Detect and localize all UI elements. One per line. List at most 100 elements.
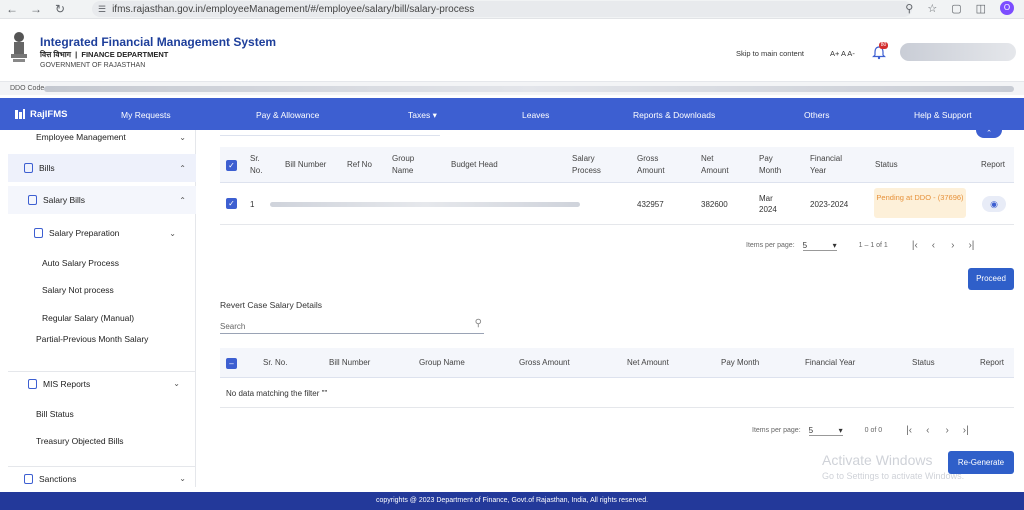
select-all-checkbox[interactable]: ✓ xyxy=(226,160,237,171)
col-financial-year: Financial Year xyxy=(805,358,856,367)
sidebar-item-salary-preparation[interactable]: Salary Preparation ⌄ xyxy=(8,220,196,246)
government-label: GOVERNMENT OF RAJASTHAN xyxy=(40,62,146,69)
chevron-down-icon: ⌄ xyxy=(179,474,186,483)
sidepanel-icon[interactable]: ◫ xyxy=(976,2,986,15)
profile-avatar[interactable]: O xyxy=(1000,1,1014,15)
dropdown-arrow-icon: ▾ xyxy=(832,240,837,250)
row-financial-year: 2023-2024 xyxy=(810,200,849,209)
sidebar-item-salary-bills[interactable]: Salary Bills ⌃ xyxy=(8,186,196,214)
activate-windows-hint: Go to Settings to activate Windows. xyxy=(822,471,965,481)
address-bar[interactable]: ☰ ifms.rajasthan.gov.in/employeeManageme… xyxy=(92,1,912,17)
chevron-down-icon: ⌄ xyxy=(169,228,176,238)
sidebar-item-bill-status[interactable]: Bill Status xyxy=(8,407,196,421)
back-icon[interactable]: ← xyxy=(0,2,24,16)
sidebar-item-label: Regular Salary (Manual) xyxy=(42,313,135,323)
nav-help-support[interactable]: Help & Support xyxy=(914,110,972,120)
sidebar-item-salary-not-process[interactable]: Salary Not process xyxy=(8,283,196,297)
sidebar-item-partial-previous[interactable]: Partial-Previous Month Salary xyxy=(8,333,196,359)
nav-pay-allowance[interactable]: Pay & Allowance xyxy=(256,110,319,120)
forward-icon[interactable]: → xyxy=(24,2,48,16)
revert-section-title: Revert Case Salary Details xyxy=(220,300,323,310)
col-report: Report xyxy=(981,160,1006,169)
search-icon[interactable]: ⚲ xyxy=(475,318,482,329)
zoom-icon[interactable]: ⚲ xyxy=(905,2,913,15)
sidebar-item-label: Partial-Previous Month Salary xyxy=(36,334,149,344)
last-page-icon[interactable]: ›| xyxy=(968,240,974,251)
first-page-icon[interactable]: |‹ xyxy=(912,240,918,251)
sidebar-item-employee-management[interactable]: Employee Management ⌄ xyxy=(8,130,196,144)
next-page-icon[interactable]: › xyxy=(945,425,948,436)
font-size-controls[interactable]: A+ A A- xyxy=(830,49,855,58)
nav-leaves[interactable]: Leaves xyxy=(522,110,549,120)
proceed-button[interactable]: Proceed xyxy=(968,268,1014,290)
salary-table-header: ✓ Sr. No. Bill Number Ref No Group Name … xyxy=(220,147,1014,183)
col-budget-head: Budget Head xyxy=(451,160,498,169)
col-ref-no: Ref No xyxy=(347,160,372,169)
row-sr-no: 1 xyxy=(250,200,255,209)
page-range: 1 – 1 of 1 xyxy=(858,242,888,249)
sidebar-item-label: Bills xyxy=(39,163,55,173)
notification-count-badge: 80 xyxy=(879,42,888,49)
col-group-name: Group Name xyxy=(419,358,465,367)
revert-select-all-checkbox[interactable]: – xyxy=(226,358,237,369)
top-divider xyxy=(220,132,440,136)
view-report-eye-icon[interactable]: ◉ xyxy=(982,196,1006,212)
items-per-page-select[interactable]: 5 ▾ xyxy=(808,425,843,436)
col-gross-amount: Gross Amount xyxy=(519,358,570,367)
nav-my-requests[interactable]: My Requests xyxy=(121,110,171,120)
prev-page-icon[interactable]: ‹ xyxy=(926,425,929,436)
first-page-icon[interactable]: |‹ xyxy=(906,425,912,436)
document-icon xyxy=(28,195,37,205)
scroll-up-button[interactable]: ⌃ xyxy=(976,130,1002,138)
col-sr-no: Sr. No. xyxy=(263,358,288,367)
sidebar-item-label: Bill Status xyxy=(36,409,74,419)
app-title: Integrated Financial Management System xyxy=(40,35,277,49)
col-bill-number: Bill Number xyxy=(329,358,371,367)
row-details-blurred xyxy=(270,202,580,207)
search-input[interactable]: Search xyxy=(220,322,245,331)
prev-page-icon[interactable]: ‹ xyxy=(932,240,935,251)
user-profile-blurred[interactable] xyxy=(900,43,1016,61)
sidebar-item-auto-salary-process[interactable]: Auto Salary Process xyxy=(8,256,196,270)
last-page-icon[interactable]: ›| xyxy=(963,425,969,436)
sidebar-item-mis-reports[interactable]: MIS Reports ⌄ xyxy=(8,371,196,395)
sidebar-item-sanctions[interactable]: Sanctions ⌄ xyxy=(8,466,196,490)
revert-table-paginator: Items per page: 5 ▾ 0 of 0 |‹ ‹ › ›| xyxy=(752,425,969,436)
empty-table-row: No data matching the filter "" xyxy=(220,378,1014,408)
revert-search-field[interactable]: Search ⚲ xyxy=(220,318,484,334)
sidebar-item-label: Treasury Objected Bills xyxy=(36,436,124,446)
row-checkbox[interactable]: ✓ xyxy=(226,198,237,209)
items-per-page-value: 5 xyxy=(808,425,814,435)
row-net-amount: 382600 xyxy=(701,200,728,209)
nav-taxes[interactable]: Taxes ▾ xyxy=(408,110,437,121)
nav-others[interactable]: Others xyxy=(804,110,830,120)
items-per-page-select[interactable]: 5 ▾ xyxy=(802,240,837,251)
reload-icon[interactable]: ↻ xyxy=(48,2,72,16)
col-gross-amount: Gross Amount xyxy=(637,154,665,175)
url-text: ifms.rajasthan.gov.in/employeeManagement… xyxy=(112,3,475,15)
nav-reports-downloads[interactable]: Reports & Downloads xyxy=(633,110,715,120)
bookmark-star-icon[interactable]: ☆ xyxy=(927,2,937,15)
skip-to-content-link[interactable]: Skip to main content xyxy=(736,49,804,58)
sidebar-item-bills[interactable]: Bills ⌃ xyxy=(8,154,196,182)
empty-message: No data matching the filter "" xyxy=(226,389,328,398)
sidebar-item-regular-salary[interactable]: Regular Salary (Manual) xyxy=(8,311,196,325)
sidebar-item-treasury-objected[interactable]: Treasury Objected Bills xyxy=(8,434,196,448)
app-header: Integrated Financial Management System व… xyxy=(0,19,1024,81)
next-page-icon[interactable]: › xyxy=(951,240,954,251)
ddo-code-label: DDO Code xyxy=(10,85,45,92)
site-info-icon[interactable]: ☰ xyxy=(98,4,106,15)
brand-logo[interactable]: RajIFMS xyxy=(14,108,67,120)
chevron-down-icon: ⌄ xyxy=(179,132,186,142)
state-emblem-icon xyxy=(11,32,27,62)
col-pay-month: Pay Month xyxy=(759,154,782,175)
salary-table-paginator: Items per page: 5 ▾ 1 – 1 of 1 |‹ ‹ › ›| xyxy=(746,240,974,251)
document-icon xyxy=(24,473,33,484)
col-report: Report xyxy=(980,358,1005,367)
revert-table-header: – Sr. No. Bill Number Group Name Gross A… xyxy=(220,348,1014,378)
document-icon xyxy=(28,378,37,389)
browser-toolbar: ← → ↻ ☰ ifms.rajasthan.gov.in/employeeMa… xyxy=(0,0,1024,19)
main-content: ⌃ ✓ Sr. No. Bill Number Ref No Group Nam… xyxy=(210,130,1024,492)
col-group-name: Group Name xyxy=(392,154,415,175)
extensions-icon[interactable]: ▢ xyxy=(951,2,961,15)
